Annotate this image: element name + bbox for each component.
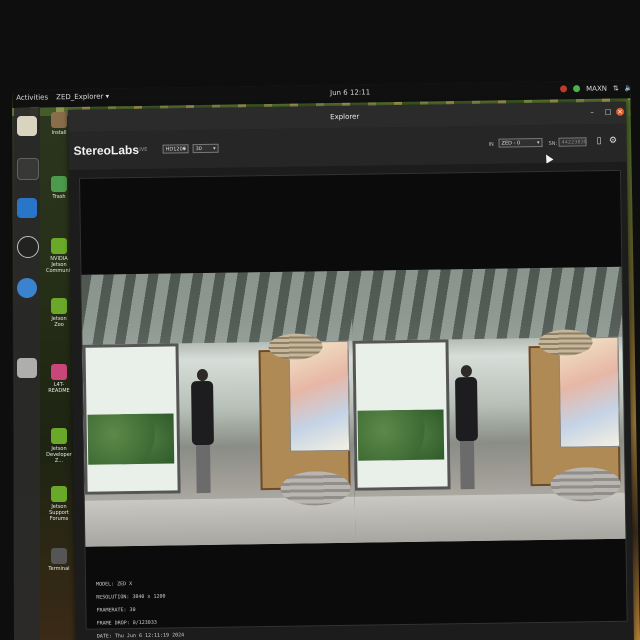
desktop-icon-jetson-support-forums[interactable]: Jetson Support Forums xyxy=(46,486,72,522)
serial-field: 44223838 xyxy=(558,137,588,147)
device-select-value: ZED - 0 xyxy=(501,140,521,147)
desktop-icon-label: Terminal xyxy=(48,566,70,572)
network-icon: ⇅ xyxy=(612,83,619,93)
stereo-image xyxy=(81,266,626,547)
dock xyxy=(14,108,40,640)
desktop-icon-label: Jetson Zoo xyxy=(51,316,67,328)
close-button[interactable]: × xyxy=(616,107,625,116)
device-label: IN xyxy=(488,141,494,148)
info-model: MODEL: ZED X xyxy=(95,581,133,588)
chromium-icon[interactable] xyxy=(17,278,37,298)
device-select[interactable]: ZED - 0 ▾ xyxy=(498,137,543,148)
record-icon[interactable]: ▯ xyxy=(594,136,603,147)
stereolabs-logo: StereoLabs xyxy=(73,142,140,158)
right-camera-view xyxy=(351,266,626,543)
photo-frame: Activities ZED_Explorer ▾ Jun 6 12:11 MA… xyxy=(0,0,640,640)
activities-button[interactable]: Activities xyxy=(16,93,48,102)
power-mode-label: MAXN xyxy=(586,84,608,93)
status-area[interactable]: MAXN ⇅ 🔈 ⏻ xyxy=(560,83,640,93)
minimize-button[interactable]: – xyxy=(588,108,596,116)
record-indicator-icon xyxy=(560,85,568,93)
chevron-down-icon: ▾ xyxy=(536,140,540,147)
desktop-icon-label: L4T-README xyxy=(48,382,70,394)
trees xyxy=(87,413,175,465)
chevron-down-icon: ▾ xyxy=(213,145,216,152)
desktop-icon-terminal[interactable]: Terminal xyxy=(46,548,72,572)
fps-select[interactable]: 30 ▾ xyxy=(192,143,219,154)
info-frame-drop: FRAME DROP: 0/123033 xyxy=(96,619,157,627)
camera-info-panel: MODEL: ZED X RESOLUTION: 3840 x 1200 FRA… xyxy=(96,577,184,640)
settings-icon[interactable]: ⚙ xyxy=(608,136,617,147)
live-badge: LIVE xyxy=(136,146,148,153)
drive-icon[interactable] xyxy=(17,358,37,378)
person xyxy=(191,368,215,497)
fps-select-value: 30 xyxy=(195,146,203,153)
nvidia-link-icon xyxy=(51,238,67,254)
desktop-icon-label: Trash xyxy=(52,194,66,200)
resolution-select[interactable]: HD1200 ▾ xyxy=(162,144,189,154)
explorer-window: Explorer – □ × StereoLabs LIVE HD1200 ▾ 3… xyxy=(68,101,634,640)
vscode-icon[interactable] xyxy=(17,198,37,218)
trash-icon xyxy=(51,176,67,192)
nvidia-link-icon xyxy=(51,298,67,314)
trees xyxy=(357,409,445,461)
serial-label: SN: xyxy=(548,140,558,147)
desktop-icon-label: Jetson Support Forums xyxy=(49,504,69,522)
desktop-icon-label: Jetson Developer Z... xyxy=(46,446,72,464)
app-menu[interactable]: ZED_Explorer ▾ xyxy=(56,92,109,101)
explorer-toolbar: StereoLabs LIVE HD1200 ▾ 30 ▾ IN ZED - 0 ▾ … xyxy=(68,123,627,170)
clock[interactable]: Jun 6 12:11 xyxy=(330,88,370,97)
maximize-button[interactable]: □ xyxy=(604,108,612,116)
desktop-icon-nvidia-community[interactable]: NVIDIA Jetson Community xyxy=(46,238,75,274)
serial-value: 44223838 xyxy=(561,139,588,146)
install-icon xyxy=(51,112,67,128)
window-title: Explorer xyxy=(330,112,360,122)
left-camera-view xyxy=(81,270,356,547)
nvidia-icon xyxy=(573,85,581,93)
nvidia-link-icon xyxy=(51,486,67,502)
folder-icon xyxy=(51,364,67,380)
desktop-icon-label: Install xyxy=(51,130,67,136)
desktop-icon-l4t-readme[interactable]: L4T-README xyxy=(46,364,72,394)
terminal-icon[interactable] xyxy=(17,158,39,180)
terminal-icon xyxy=(51,548,67,564)
files-icon[interactable] xyxy=(17,116,37,136)
monitor-screen: Activities ZED_Explorer ▾ Jun 6 12:11 MA… xyxy=(12,80,640,640)
obs-icon[interactable] xyxy=(17,236,39,258)
nvidia-link-icon xyxy=(51,428,67,444)
desktop-icon-jetson-developer-zone[interactable]: Jetson Developer Z... xyxy=(46,428,72,464)
camera-viewer: MODEL: ZED X RESOLUTION: 3840 x 1200 FRA… xyxy=(79,169,628,640)
ceiling xyxy=(351,266,623,341)
chevron-down-icon: ▾ xyxy=(183,146,186,153)
info-framerate: FRAMERATE: 30 xyxy=(96,607,136,614)
info-date: DATE: Thu Jun 6 12:11:19 2024 xyxy=(96,632,185,640)
info-resolution: RESOLUTION: 3840 x 1200 xyxy=(96,593,166,601)
person xyxy=(455,365,479,493)
ceiling xyxy=(81,270,353,345)
desktop-icon-jetson-zoo[interactable]: Jetson Zoo xyxy=(46,298,72,328)
